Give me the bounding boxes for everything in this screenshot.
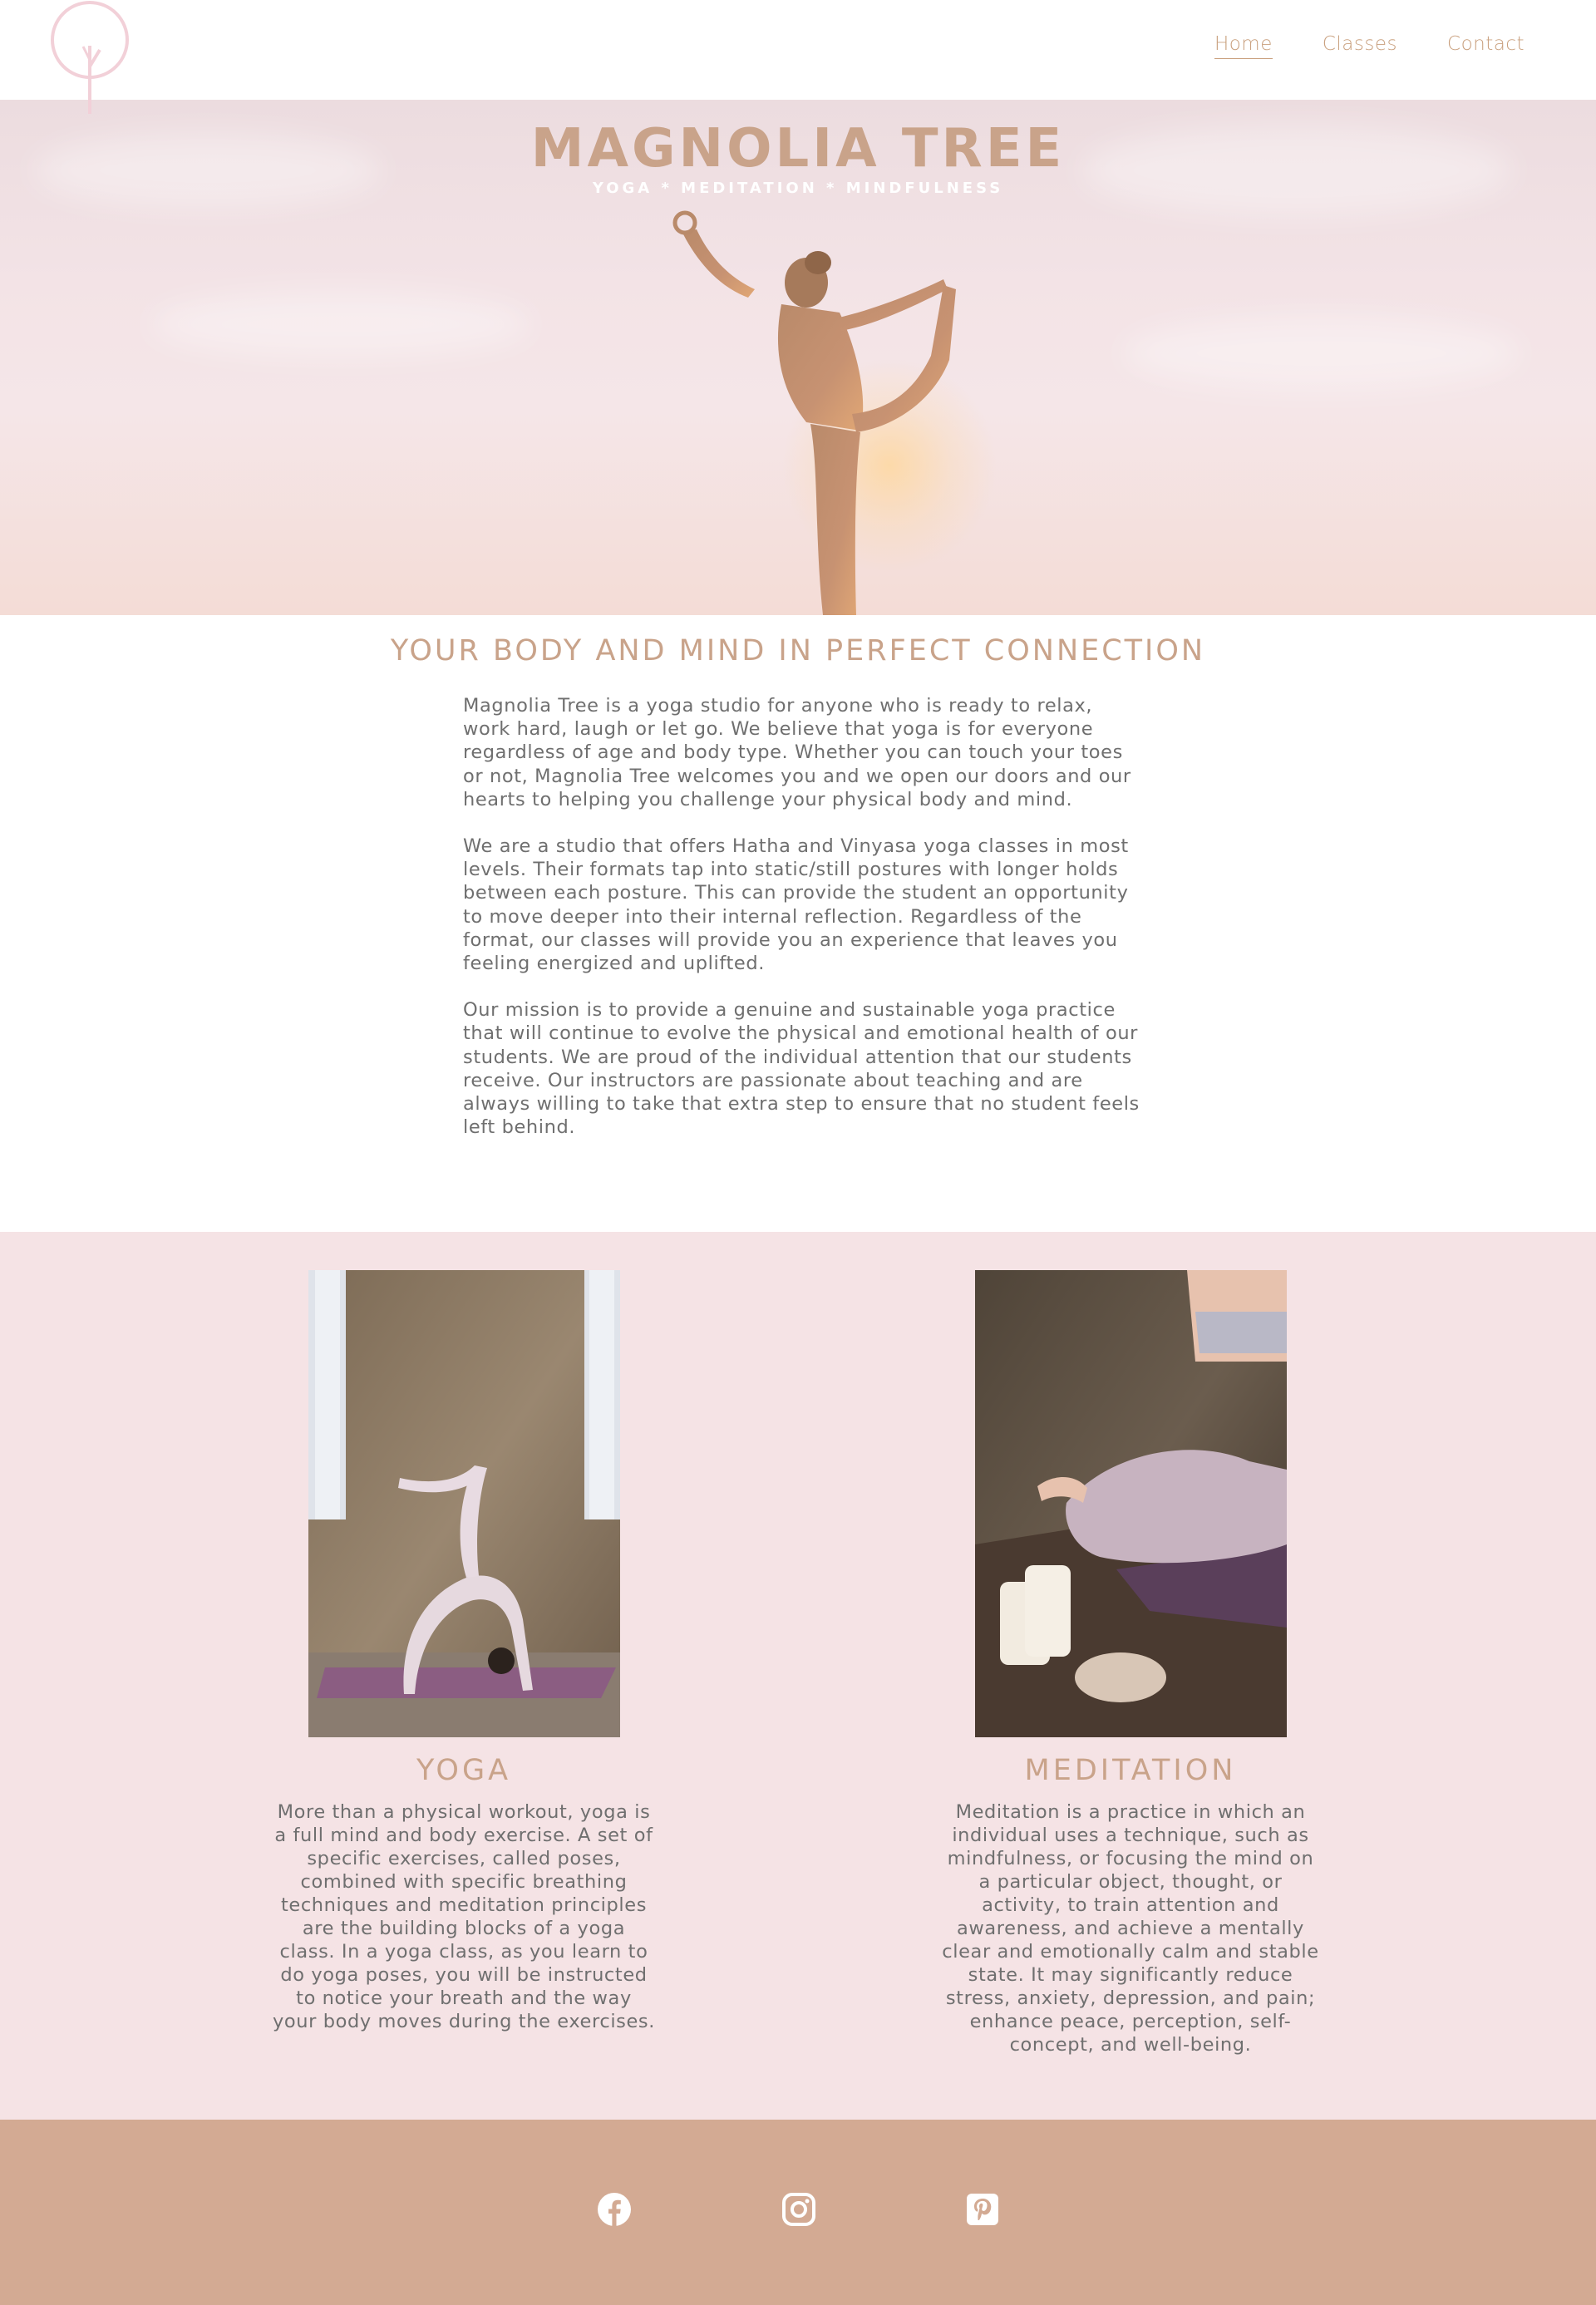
- intro-paragraph: Our mission is to provide a genuine and …: [463, 999, 1140, 1139]
- intro-text: Magnolia Tree is a yoga studio for anyon…: [463, 694, 1145, 1162]
- nav-home-link[interactable]: Home: [1214, 33, 1273, 59]
- yoga-title: YOGA: [416, 1754, 512, 1787]
- intro-paragraph: We are a studio that offers Hatha and Vi…: [463, 835, 1129, 975]
- meditation-photo: [974, 1270, 1287, 1737]
- main-nav: Home Classes Contact: [1214, 33, 1525, 59]
- meditation-description: Meditation is a practice in which an ind…: [942, 1801, 1319, 2056]
- services-section: YOGA More than a physical workout, yoga …: [0, 1232, 1596, 2120]
- yoga-description: More than a physical workout, yoga is a …: [273, 1801, 656, 2032]
- intro-heading: YOUR BODY AND MIND IN PERFECT CONNECTION: [390, 634, 1206, 667]
- yoga-dancer-pose-image: [672, 210, 956, 615]
- pinterest-icon[interactable]: [965, 2192, 1000, 2227]
- hero-banner: MAGNOLIA TREE YOGA * MEDITATION * MINDFU…: [0, 100, 1596, 615]
- intro-paragraph: Magnolia Tree is a yoga studio for anyon…: [463, 695, 1131, 810]
- meditation-card: MEDITATION Meditation is a practice in w…: [939, 1270, 1322, 2056]
- yoga-card: YOGA More than a physical workout, yoga …: [273, 1270, 655, 2033]
- nav-contact-link[interactable]: Contact: [1447, 33, 1525, 59]
- hero-subtitle: YOGA * MEDITATION * MINDFULNESS: [592, 180, 1004, 197]
- magnolia-tree-logo[interactable]: [48, 0, 131, 116]
- hero-cloud: [150, 291, 532, 357]
- yoga-photo: [308, 1270, 620, 1737]
- facebook-icon[interactable]: [597, 2192, 632, 2227]
- nav-classes-link[interactable]: Classes: [1323, 33, 1397, 59]
- meditation-title: MEDITATION: [1024, 1754, 1237, 1787]
- site-header: Home Classes Contact: [0, 0, 1596, 114]
- hero-title: MAGNOLIA TREE: [530, 118, 1066, 180]
- site-footer: [0, 2120, 1596, 2305]
- hero-cloud: [1122, 316, 1521, 391]
- instagram-icon[interactable]: [781, 2192, 816, 2227]
